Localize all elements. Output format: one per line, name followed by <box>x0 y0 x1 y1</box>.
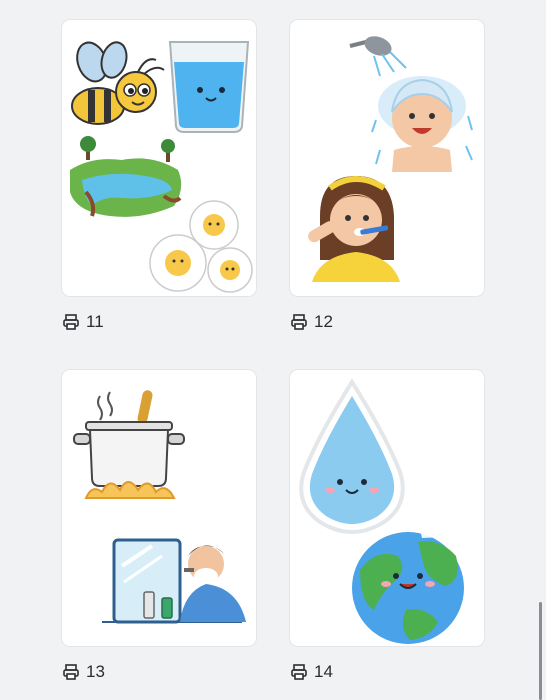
worksheet-thumbnail-11 <box>70 41 253 293</box>
girl-brushing-teeth-illustration <box>308 176 400 282</box>
child-showering-illustration <box>349 36 473 172</box>
man-shaving-illustration <box>102 538 246 624</box>
worksheet-thumbnail-13 <box>73 390 246 624</box>
page-count-label: 14 <box>314 662 333 681</box>
printer-icon <box>291 664 307 680</box>
water-glass-illustration <box>168 41 250 133</box>
printer-icon <box>63 664 79 680</box>
page-count-label: 13 <box>86 662 105 681</box>
page-count-label: 12 <box>314 312 333 331</box>
worksheet-thumbnail-12 <box>308 36 473 282</box>
bee-illustration <box>71 41 165 125</box>
page-meta-11: 11 <box>62 310 104 334</box>
page-meta-14: 14 <box>290 660 333 684</box>
printer-icon <box>291 314 307 330</box>
worksheet-thumbnail-14 <box>299 378 468 644</box>
water-drop-illustration <box>299 378 405 534</box>
worksheet-card-13[interactable] <box>62 370 256 646</box>
printer-icon <box>63 314 79 330</box>
worksheet-card-12[interactable] <box>290 20 484 296</box>
page-meta-12: 12 <box>290 310 333 334</box>
page-count-label: 11 <box>86 312 104 331</box>
daisy-flowers-illustration <box>149 200 253 293</box>
worksheet-card-14[interactable] <box>290 370 484 646</box>
earth-globe-illustration <box>352 526 468 644</box>
page-meta-13: 13 <box>62 660 105 684</box>
boiling-pot-illustration <box>73 390 185 499</box>
worksheet-card-11[interactable] <box>62 20 256 296</box>
vertical-scrollbar[interactable] <box>539 602 542 700</box>
river-landscape-illustration <box>70 136 182 217</box>
